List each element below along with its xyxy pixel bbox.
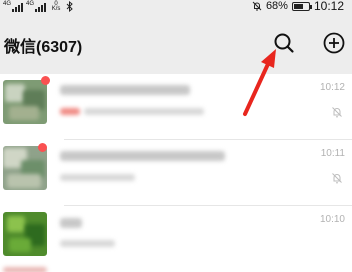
avatar [3,146,47,190]
battery-icon [291,1,312,11]
status-right-icons: 68% 10:12 [252,0,344,13]
chat-name-redacted [60,151,225,161]
search-button[interactable] [272,31,296,55]
chat-time: 10:10 [319,214,345,225]
chat-time: 10:11 [320,148,345,159]
app-header: 微信(6307) [0,14,352,74]
chat-row[interactable]: 10:11 [0,140,352,206]
mention-redacted [60,108,80,115]
mute-bell-icon [332,173,342,184]
chat-name-redacted [60,218,82,228]
network-speed-unit: K/s [51,6,61,12]
battery-fill [293,3,304,9]
search-icon [274,33,294,53]
bluetooth-icon [66,1,73,12]
status-bar: 4G 4G 0 K/s 68% 10:12 [0,0,352,14]
avatar [3,267,47,272]
clock: 10:12 [313,0,344,13]
avatar [3,212,47,256]
alarm-off-icon [252,1,262,11]
plus-circle-icon [323,32,345,54]
chat-time: 10:12 [319,82,345,93]
chat-preview-redacted [60,174,135,181]
unread-dot [38,143,47,152]
chat-preview-redacted [60,240,115,247]
chat-row[interactable]: 10:10 [0,206,352,272]
chat-list: 10:12 10:11 10:10 [0,74,352,272]
mute-bell-icon [332,107,342,118]
network-type-label-2: 4G [26,1,35,7]
battery-percent: 68% [265,0,288,12]
chat-row[interactable] [0,264,352,272]
chat-name-redacted [60,85,190,95]
page-title: 微信(6307) [4,39,83,56]
network-speed: 0 K/s [49,1,63,12]
signal-icon-2 [35,2,47,12]
status-left-icons: 4G 4G 0 K/s [3,1,73,12]
avatar [3,80,47,124]
add-button[interactable] [322,31,346,55]
signal-icon [12,2,24,12]
unread-dot [41,76,50,85]
network-type-label: 4G [3,1,12,7]
chat-row[interactable]: 10:12 [0,74,352,140]
chat-preview-redacted [84,108,204,115]
